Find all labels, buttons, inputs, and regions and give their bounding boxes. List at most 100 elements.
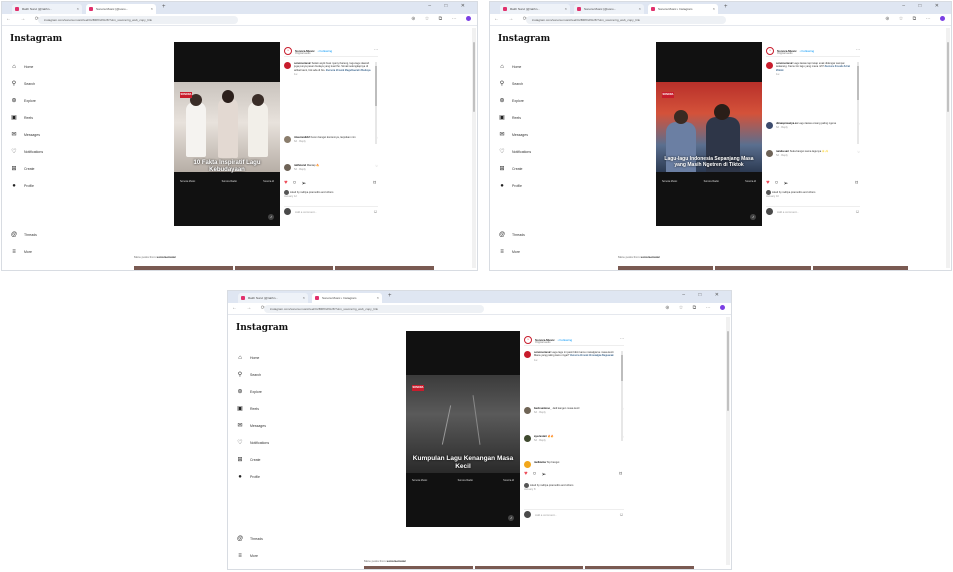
nav-profile[interactable]: ● Profile [10,177,43,194]
new-tab-icon[interactable]: + [162,4,166,10]
instagram-logo[interactable]: Instagram [498,34,550,44]
avatar[interactable] [524,351,531,358]
likes-summary[interactable]: Liked by raditya.pramudito and others Jan… [524,483,624,491]
following-button[interactable]: • Following [318,49,333,53]
nav-notifications[interactable]: ♡ Notifications [236,434,269,451]
nav-reels[interactable]: ▣ Reels [10,109,43,126]
scrollbar-thumb[interactable] [375,66,377,106]
reel-video[interactable]: SONORA Kumpulan Lagu Kenangan Masa Kecil… [406,331,520,527]
nav-notifications[interactable]: ♡ Notifications [498,143,531,160]
window-controls[interactable]: – □ ✕ [902,3,945,9]
profile-avatar-icon[interactable] [466,16,471,22]
close-tab-icon[interactable]: × [639,6,641,11]
nav-create[interactable]: ⊞ Create [10,160,43,177]
window-controls[interactable]: – □ ✕ [428,3,471,9]
following-button[interactable]: • Following [800,49,815,53]
nav-notifications[interactable]: ♡ Notifications [10,143,43,160]
add-comment-bar[interactable]: Add a comment... ☺ [766,206,860,216]
post-thumbnail[interactable] [585,566,695,569]
browser-tab[interactable]: Ratih Nurul (@ratihn... × [238,293,308,303]
bookmark-icon[interactable]: ⌑ [855,180,858,187]
account-avatar[interactable]: S [524,335,532,344]
post-thumbnail[interactable] [335,266,435,270]
emoji-icon[interactable]: ☺ [619,512,624,518]
mute-icon[interactable]: ♪ [750,214,756,220]
like-comment-icon[interactable]: ♡ [857,150,860,154]
toolbar-icons[interactable]: ⊕ ☆ ⧉ ⋯ [885,16,945,22]
close-tab-icon[interactable]: × [377,295,379,300]
nav-explore[interactable]: ⊛ Explore [498,92,531,109]
comments-scrollbar[interactable] [857,62,859,144]
comments-scrollbar[interactable] [621,351,623,441]
scrollbar-thumb[interactable] [947,42,949,112]
nav-home[interactable]: ⌂ Home [236,349,269,366]
nav-create[interactable]: ⊞ Create [236,451,269,468]
profile-avatar-icon[interactable] [940,16,945,22]
more-options-icon[interactable]: ··· [620,336,624,341]
new-tab-icon[interactable]: + [724,4,728,10]
browser-tab-active[interactable]: Sonora Music • Instagram × [648,4,718,14]
nav-search[interactable]: ⚲ Search [498,75,531,92]
avatar[interactable] [284,62,291,69]
account-avatar[interactable]: S [766,46,774,55]
post-thumbnail[interactable] [234,266,334,270]
share-send-icon[interactable]: ➢ [301,180,306,187]
close-tab-icon[interactable]: × [713,6,715,11]
close-tab-icon[interactable]: × [303,295,305,300]
page-scrollbar[interactable] [946,28,950,268]
avatar[interactable] [524,407,531,414]
audio-label[interactable]: Original audio [535,341,550,344]
profile-avatar-icon[interactable] [720,305,725,311]
nav-profile[interactable]: ● Profile [498,177,531,194]
url-input[interactable]: instagram.com/sonora.music/reel/C2BRfXxP… [526,16,726,24]
url-input[interactable]: instagram.com/sonora.music/reel/C2BRfXxP… [38,16,238,24]
bookmark-icon[interactable]: ⌑ [373,180,376,187]
page-scrollbar[interactable] [726,317,730,565]
toolbar-icons[interactable]: ⊕ ☆ ⧉ ⋯ [665,305,725,311]
post-thumbnail[interactable] [134,266,233,270]
nav-explore[interactable]: ⊛ Explore [236,383,269,400]
nav-search[interactable]: ⚲ Search [236,366,269,383]
scrollbar-thumb[interactable] [621,355,623,381]
like-comment-icon[interactable]: ♡ [375,164,378,168]
scrollbar-thumb[interactable] [473,42,475,112]
nav-reels[interactable]: ▣ Reels [498,109,531,126]
avatar[interactable] [766,122,773,129]
post-thumbnail[interactable] [618,266,714,270]
new-tab-icon[interactable]: + [388,293,392,299]
comments-scrollbar[interactable] [375,62,377,144]
nav-more[interactable]: ≡ More [236,547,263,564]
url-input[interactable]: instagram.com/sonora.music/reel/C2BRfXxP… [264,305,484,313]
nav-threads[interactable]: @ Threads [498,226,525,243]
post-thumbnail[interactable] [812,266,908,270]
scrollbar-thumb[interactable] [857,66,859,100]
bookmark-icon[interactable]: ⌑ [619,471,622,478]
nav-messages[interactable]: ✉ Messages [236,417,269,434]
more-options-icon[interactable]: ··· [856,47,860,52]
emoji-icon[interactable]: ☺ [373,209,378,215]
audio-label[interactable]: Original audio [295,52,310,55]
close-tab-icon[interactable]: × [565,6,567,11]
close-tab-icon[interactable]: × [77,6,79,11]
emoji-icon[interactable]: ☺ [855,209,860,215]
add-comment-bar[interactable]: Add a comment... ☺ [524,509,624,519]
comment-bubble-icon[interactable]: ○ [533,471,537,478]
mute-icon[interactable]: ♪ [268,214,274,220]
audio-label[interactable]: Original audio [777,52,792,55]
nav-explore[interactable]: ⊛ Explore [10,92,43,109]
reel-video[interactable]: SONORA Lagu-lagu Indonesia Sepanjang Mas… [656,42,762,226]
likes-summary[interactable]: Liked by raditya.pramudito and others Jan… [284,190,378,198]
close-tab-icon[interactable]: × [151,6,153,11]
browser-tab-active[interactable]: Sonora Music • Instagram × [312,293,382,303]
post-thumbnail[interactable] [364,566,473,569]
avatar[interactable] [766,150,773,157]
nav-profile[interactable]: ● Profile [236,468,269,485]
browser-tab[interactable]: Sonora Music (@sono... × [574,4,644,14]
browser-tab[interactable]: Ratih Nurul (@ratihn... × [500,4,570,14]
like-heart-icon[interactable]: ♥ [524,471,528,478]
browser-tab-active[interactable]: Sonora Music (@sono... × [86,4,156,14]
mute-icon[interactable]: ♪ [508,515,514,521]
toolbar-icons[interactable]: ⊕ ☆ ⧉ ⋯ [411,16,471,22]
comment-bubble-icon[interactable]: ○ [775,180,779,187]
comment-bubble-icon[interactable]: ○ [293,180,297,187]
